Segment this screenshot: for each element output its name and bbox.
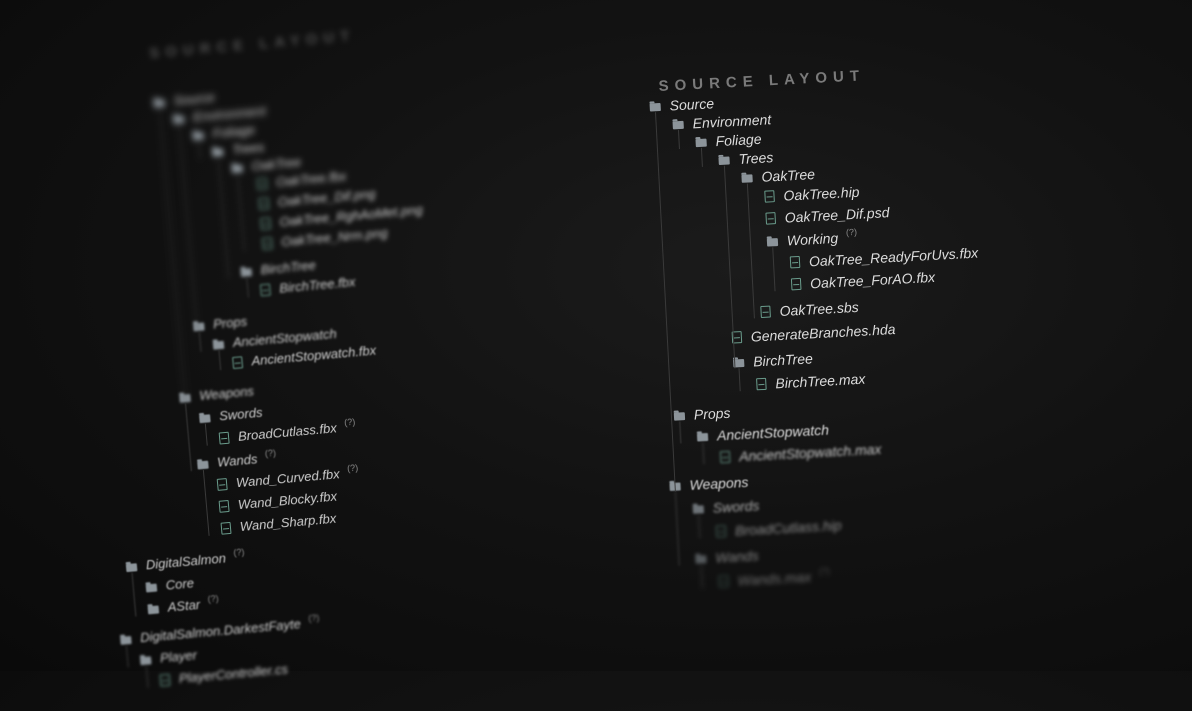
item-label: AncientStopwatch.max (738, 440, 882, 465)
file-item[interactable]: OakTree_ForAO.fbx (790, 268, 936, 293)
item-label: Trees (738, 149, 774, 167)
tree-connector-line (723, 165, 736, 369)
right-source-layout-panel: SOURCE LAYOUT Source Environment Foliage Tr… (0, 0, 1192, 711)
file-icon (764, 190, 775, 203)
item-label: OakTree_ReadyForUvs.fbx (808, 244, 979, 270)
folder-icon (741, 174, 753, 183)
folder-item[interactable]: BirchTree (733, 350, 813, 370)
folder-icon (695, 555, 707, 564)
item-label: Working (786, 229, 839, 249)
file-icon (715, 525, 727, 538)
folder-item[interactable]: OakTree (741, 166, 815, 186)
folder-item[interactable]: Foliage (695, 131, 762, 150)
folder-item[interactable]: Source (649, 95, 714, 114)
file-item[interactable]: GenerateBranches.hda (731, 321, 896, 346)
file-icon (789, 255, 801, 269)
folder-item[interactable]: Working (?) (766, 227, 858, 250)
item-label: OakTree_Dif.psd (784, 204, 890, 226)
info-badge[interactable]: (?) (846, 227, 858, 238)
file-item[interactable]: AncientStopwatch.max (719, 440, 882, 465)
item-label: OakTree.sbs (779, 298, 859, 320)
folder-icon (673, 412, 686, 421)
tree-connector-line (772, 247, 776, 292)
item-label: Foliage (715, 130, 762, 150)
folder-item[interactable]: Weapons (669, 474, 749, 494)
info-badge[interactable]: (?) (819, 566, 831, 577)
item-label: Weapons (689, 473, 749, 493)
tree-connector-line (746, 183, 755, 319)
item-label: BroadCutlass.hip (734, 517, 842, 539)
item-label: AncientStopwatch (716, 421, 830, 444)
file-icon (718, 575, 729, 588)
tree-connector-line (679, 421, 682, 444)
tree-connector-line (702, 442, 705, 465)
folder-item[interactable]: Wands (695, 547, 759, 566)
file-item[interactable]: OakTree.hip (764, 184, 860, 205)
item-label: Wands (714, 547, 760, 566)
right-panel-title: SOURCE LAYOUT (658, 67, 866, 96)
folder-item[interactable]: Props (673, 404, 731, 424)
item-label: OakTree_ForAO.fbx (809, 268, 936, 292)
folder-item[interactable]: Environment (672, 111, 772, 132)
folder-icon (696, 432, 709, 442)
tree-connector-line (698, 514, 701, 539)
tree-connector-line (700, 147, 703, 167)
file-icon (765, 212, 777, 225)
item-label: OakTree (761, 166, 816, 185)
file-item[interactable]: OakTree_Dif.psd (765, 204, 890, 226)
item-label: BirchTree (752, 350, 814, 370)
tree-connector-line (677, 130, 680, 150)
folder-item[interactable]: AncientStopwatch (696, 421, 830, 445)
file-icon (756, 377, 767, 391)
file-item[interactable]: Wands.max (?) (718, 566, 831, 590)
tree-connector-line (655, 112, 676, 492)
folder-item[interactable]: Trees (718, 149, 774, 168)
file-item[interactable]: BirchTree.max (756, 371, 866, 393)
item-label: OakTree.hip (783, 183, 860, 204)
item-label: Props (693, 404, 731, 423)
tree-connector-line (700, 564, 703, 589)
item-label: Environment (692, 111, 772, 132)
folder-icon (718, 156, 730, 166)
tree-connector-line (674, 491, 680, 566)
item-label: Swords (712, 497, 760, 516)
folder-icon (649, 102, 661, 112)
file-item[interactable]: OakTree.sbs (760, 299, 859, 320)
tree-connector-line (738, 368, 741, 392)
file-item[interactable]: OakTree_ReadyForUvs.fbx (789, 244, 979, 271)
folder-item[interactable]: Swords (692, 497, 760, 516)
file-item[interactable]: BroadCutlass.hip (715, 517, 842, 540)
folder-icon (695, 138, 707, 148)
item-label: Source (669, 95, 715, 114)
folder-icon (672, 120, 684, 130)
file-icon (719, 450, 731, 464)
folder-icon (692, 505, 705, 514)
file-icon (790, 277, 802, 291)
file-icon (760, 305, 771, 319)
item-label: GenerateBranches.hda (750, 321, 896, 345)
item-label: Wands.max (737, 568, 812, 589)
item-label: BirchTree.max (774, 370, 866, 392)
folder-icon (766, 238, 779, 247)
